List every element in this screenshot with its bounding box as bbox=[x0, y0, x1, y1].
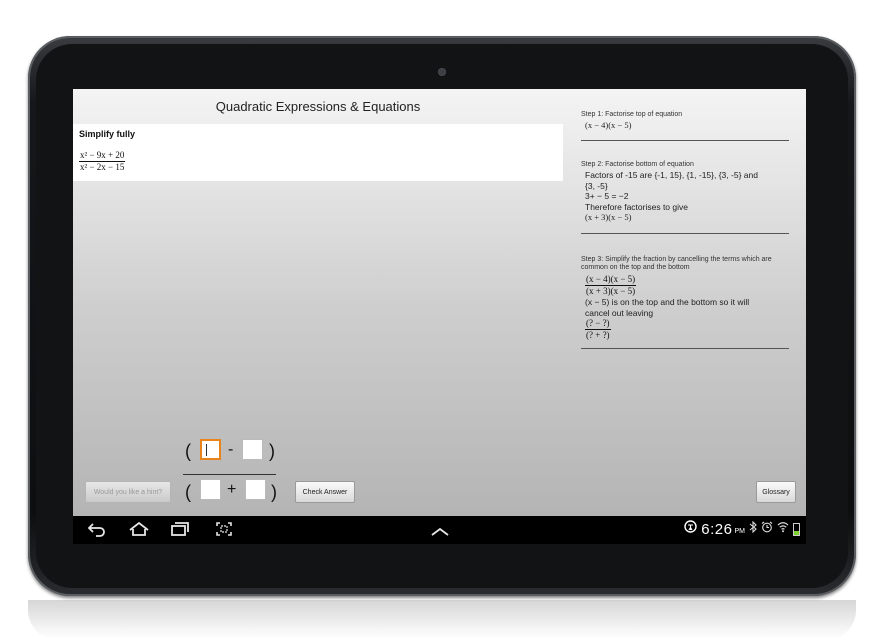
page-title: Quadratic Expressions & Equations bbox=[215, 99, 421, 114]
check-answer-button[interactable]: Check Answer bbox=[295, 481, 355, 503]
step-line: 3+ − 5 = −2 bbox=[585, 191, 629, 201]
accessibility-icon bbox=[684, 520, 697, 538]
fraction-denominator: (? + ?) bbox=[586, 330, 610, 340]
question-fraction: x² − 9x + 20 x² − 2x − 15 bbox=[79, 150, 126, 173]
wifi-icon bbox=[777, 520, 789, 538]
home-icon[interactable] bbox=[128, 521, 150, 542]
step-line: {3, -5} bbox=[585, 180, 608, 191]
step-fraction: (x − 4)(x − 5) (x + 3)(x − 5) bbox=[581, 274, 789, 297]
fraction-numerator: (? − ?) bbox=[585, 318, 611, 330]
camera-icon bbox=[438, 68, 446, 76]
question-panel: Simplify fully x² − 9x + 20 x² − 2x − 15 bbox=[73, 124, 563, 181]
step-line: Therefore factorises to give bbox=[585, 201, 688, 212]
glossary-button[interactable]: Glossary bbox=[756, 481, 796, 503]
answer-top-open-paren: ( bbox=[185, 441, 191, 461]
app-area: Quadratic Expressions & Equations Simpli… bbox=[73, 89, 806, 516]
bluetooth-icon bbox=[749, 520, 757, 538]
step-line: (x − 5) is on the top and the bottom so … bbox=[585, 297, 750, 307]
answer-top-operator: - bbox=[228, 441, 234, 458]
answer-bottom-close-paren: ) bbox=[271, 482, 277, 502]
alarm-icon bbox=[761, 520, 773, 538]
step-3-fraction-2: (? − ?) (? + ?) bbox=[585, 318, 611, 341]
step-title: Step 2: Factorise bottom of equation bbox=[581, 161, 694, 168]
step-3: Step 3: Simplify the fraction by cancell… bbox=[581, 256, 789, 349]
answer-bottom-operator: + bbox=[227, 481, 237, 498]
fraction-numerator: (x − 4)(x − 5) bbox=[585, 274, 637, 286]
answer-top-first-input[interactable] bbox=[200, 439, 221, 460]
step-title: Step 1: Factorise top of equation bbox=[581, 111, 683, 118]
status-area: 6:26 PM bbox=[684, 520, 800, 538]
fraction-denominator: (x + 3)(x − 5) bbox=[586, 286, 636, 296]
step-3-fraction-1: (x − 4)(x − 5) (x + 3)(x − 5) bbox=[585, 274, 637, 297]
answer-bottom-second-input[interactable] bbox=[245, 479, 266, 500]
answer-fraction-line bbox=[183, 474, 276, 475]
recent-apps-icon[interactable] bbox=[170, 521, 190, 542]
clock-time: 6:26 bbox=[701, 520, 733, 538]
battery-icon bbox=[793, 522, 800, 536]
step-line: cancel out leaving bbox=[585, 307, 654, 318]
step-2: Step 2: Factorise bottom of equation Fac… bbox=[581, 161, 789, 234]
question-numerator: x² − 9x + 20 bbox=[79, 150, 126, 162]
step-title: Step 3: Simplify the fraction by cancell… bbox=[581, 256, 772, 271]
screenshot-icon[interactable] bbox=[215, 521, 233, 542]
step-line: Factors of -15 are {-1, 15}, {1, -15}, {… bbox=[585, 170, 758, 180]
answer-top-second-input[interactable] bbox=[242, 439, 263, 460]
step-line: (x + 3)(x − 5) bbox=[585, 212, 632, 222]
tablet-reflection bbox=[28, 600, 856, 640]
chevron-up-icon[interactable] bbox=[430, 524, 450, 542]
hint-button[interactable]: Would you like a hint? bbox=[85, 481, 171, 503]
question-denominator: x² − 2x − 15 bbox=[80, 162, 125, 172]
step-fraction: (? − ?) (? + ?) bbox=[581, 318, 789, 341]
clock-ampm: PM bbox=[734, 528, 746, 535]
question-label: Simplify fully bbox=[79, 129, 136, 139]
answer-top-close-paren: ) bbox=[269, 441, 275, 461]
answer-bottom-open-paren: ( bbox=[185, 482, 191, 502]
answer-bottom-first-input[interactable] bbox=[200, 479, 221, 500]
tablet-screen: Quadratic Expressions & Equations Simpli… bbox=[73, 89, 806, 544]
back-icon[interactable] bbox=[87, 521, 107, 542]
step-1: Step 1: Factorise top of equation (x − 4… bbox=[581, 111, 789, 141]
system-nav-bar: 6:26 PM bbox=[73, 516, 806, 544]
step-line: (x − 4)(x − 5) bbox=[585, 120, 632, 130]
